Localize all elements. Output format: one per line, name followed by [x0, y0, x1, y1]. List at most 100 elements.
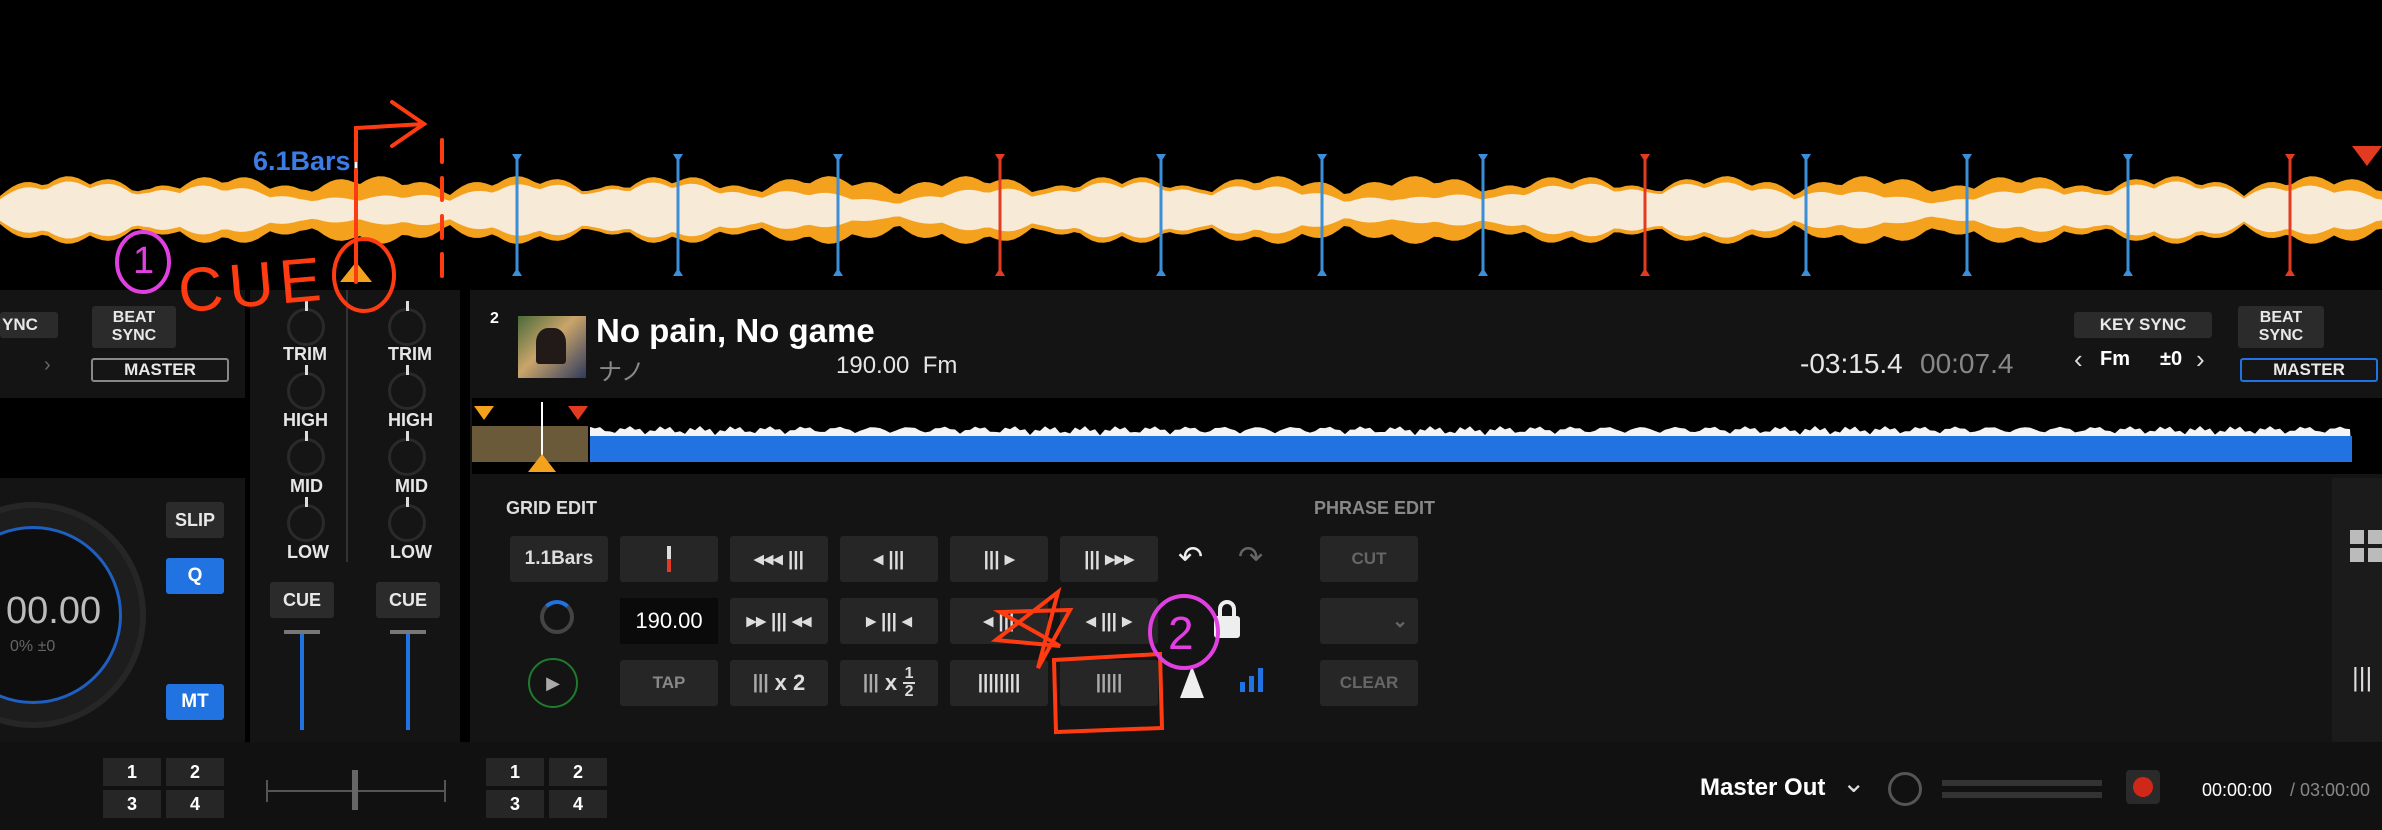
deck-2-panel: 2 No pain, No game ナノ 190.00 Fm -03:15.4…	[470, 290, 2382, 742]
waveform-canvas[interactable]	[0, 0, 2382, 290]
high-knob-1[interactable]	[287, 365, 325, 410]
pad-right-4[interactable]: 4	[549, 790, 607, 818]
key-sync-button[interactable]: KEY SYNC	[2074, 312, 2212, 338]
mt-label: MT	[181, 691, 209, 712]
marker-icon	[667, 546, 671, 572]
cut-button[interactable]: CUT	[1320, 536, 1418, 582]
rec-time: 00:00:00	[2202, 780, 2273, 800]
jog-wheel[interactable]: 00.00 0% ±0	[0, 502, 146, 728]
low-knob-2[interactable]	[388, 497, 426, 542]
side-panel	[2332, 478, 2382, 742]
shift-right-button[interactable]: ||| ▸	[950, 536, 1048, 582]
overview-cue-marker	[474, 406, 494, 420]
low-knob-1[interactable]	[287, 497, 325, 542]
cue-button-1[interactable]: CUE	[270, 582, 334, 618]
grid-insert-icon: ||||||||	[977, 672, 1021, 693]
overview-waveform[interactable]	[472, 398, 2382, 474]
cut-label: CUT	[1351, 549, 1387, 568]
slip-button[interactable]: SLIP	[166, 502, 224, 538]
trim-knob-2[interactable]	[388, 301, 426, 346]
tap-button[interactable]: TAP	[620, 660, 718, 706]
grid-stretch-button[interactable]: ◂ ||| ▸	[1060, 598, 1158, 644]
played-section	[472, 426, 588, 462]
mid-label-1: MID	[290, 476, 323, 496]
pad-left-3[interactable]: 3	[103, 790, 161, 818]
bpm-value-field[interactable]: 190.00	[620, 598, 718, 644]
high-knob-2[interactable]	[388, 365, 426, 410]
beat-sync-button-2[interactable]: BEAT SYNC	[2238, 306, 2324, 348]
main-waveform[interactable]: 6.1Bars	[0, 0, 2382, 290]
beat-marker-bottom	[833, 268, 843, 276]
half-den: 2	[904, 683, 914, 700]
half-fraction: 12	[903, 666, 916, 700]
beat-marker-top	[2285, 154, 2295, 162]
volume-level-icon[interactable]	[1238, 666, 1270, 700]
pad-right-3[interactable]: 3	[486, 790, 544, 818]
overview-canvas[interactable]	[472, 398, 2382, 474]
beat-marker-top	[1478, 154, 1488, 162]
lock-icon[interactable]	[1212, 598, 1242, 642]
double-bpm-button[interactable]: ||| x 2	[730, 660, 828, 706]
waveform-view-icon[interactable]: |||	[2352, 662, 2372, 693]
shift-right-fast-button[interactable]: ||| ▸▸▸	[1060, 536, 1158, 582]
beat-marker-bottom	[1478, 268, 1488, 276]
channel-fader-1[interactable]	[284, 630, 320, 730]
clear-button[interactable]: CLEAR	[1320, 660, 1418, 706]
expand-grid-icon: ▸▸ ||| ◂◂	[746, 610, 812, 632]
pad-left-1[interactable]: 1	[103, 758, 161, 786]
metronome-icon[interactable]	[1178, 664, 1206, 700]
beat-sync-label: BEAT SYNC	[111, 309, 157, 344]
beat-marker-top	[1962, 154, 1972, 162]
phrase-select[interactable]: ⌄	[1320, 598, 1418, 644]
quantize-button[interactable]: Q	[166, 558, 224, 594]
master-button[interactable]: MASTER	[91, 358, 229, 382]
bpm-dial-icon[interactable]	[540, 600, 574, 634]
grid-insert-button[interactable]: ||||||||	[950, 660, 1048, 706]
memory-cue-marker	[2352, 146, 2382, 166]
key-up-icon[interactable]: ›	[2196, 344, 2205, 375]
grid-delete-button[interactable]: |||||	[1060, 660, 1158, 706]
redo-icon[interactable]: ↷	[1238, 540, 1263, 575]
grid-view-icon[interactable]	[2350, 530, 2382, 562]
sync-label: YNC	[2, 315, 38, 334]
master-tempo-button[interactable]: MT	[166, 684, 224, 720]
beat-marker-top	[512, 154, 522, 162]
cue-button-2[interactable]: CUE	[376, 582, 440, 618]
pad-right-1[interactable]: 1	[486, 758, 544, 786]
bars-button[interactable]: 1.1Bars	[510, 536, 608, 582]
crossfader[interactable]	[266, 770, 446, 810]
sync-button[interactable]: YNC	[0, 312, 58, 338]
key-down-icon[interactable]: ‹	[2074, 344, 2083, 375]
beat-sync-button[interactable]: BEAT SYNC	[92, 306, 176, 348]
expand-grid-button[interactable]: ▸▸ ||| ◂◂	[730, 598, 828, 644]
play-icon[interactable]: ▶	[528, 658, 578, 708]
pad-left-2[interactable]: 2	[166, 758, 224, 786]
shift-left-button[interactable]: ◂ |||	[840, 536, 938, 582]
shift-left-fast-button[interactable]: ◂◂◂ |||	[730, 536, 828, 582]
pad-right-2[interactable]: 2	[549, 758, 607, 786]
record-button[interactable]	[2126, 770, 2160, 804]
master-button-2[interactable]: MASTER	[2240, 358, 2378, 382]
master-level-meter	[1942, 780, 2102, 798]
trim-label-1: TRIM	[283, 344, 327, 364]
narrow-grid-button[interactable]: ▸ ||| ◂	[840, 598, 938, 644]
beat-sync-label-2: BEAT SYNC	[2258, 309, 2304, 344]
mid-knob-2[interactable]	[388, 431, 426, 476]
bpm-value: 190.00	[635, 608, 703, 633]
beat-marker-bottom	[1801, 268, 1811, 276]
channel-fader-2[interactable]	[390, 630, 426, 730]
grid-marker-button[interactable]	[620, 536, 718, 582]
low-label-2: LOW	[390, 542, 432, 562]
album-art[interactable]	[518, 316, 586, 378]
chevron-right-icon[interactable]: ›	[44, 354, 51, 377]
master-volume-knob[interactable]	[1888, 772, 1922, 806]
beat-marker-bottom	[1156, 268, 1166, 276]
bottom-bar: 1 2 3 4 1 2 3 4 Master Out ⌄ 00:00:00 / …	[0, 742, 2382, 830]
pad-left-4[interactable]: 4	[166, 790, 224, 818]
grid-compress-button[interactable]: ◂ |||	[950, 598, 1048, 644]
mid-knob-1[interactable]	[287, 431, 325, 476]
undo-icon[interactable]: ↶	[1178, 540, 1203, 575]
trim-knob-1[interactable]	[287, 301, 325, 346]
chevron-down-icon-master[interactable]: ⌄	[1842, 766, 1865, 799]
half-bpm-button[interactable]: ||| x 1 2	[840, 660, 938, 706]
